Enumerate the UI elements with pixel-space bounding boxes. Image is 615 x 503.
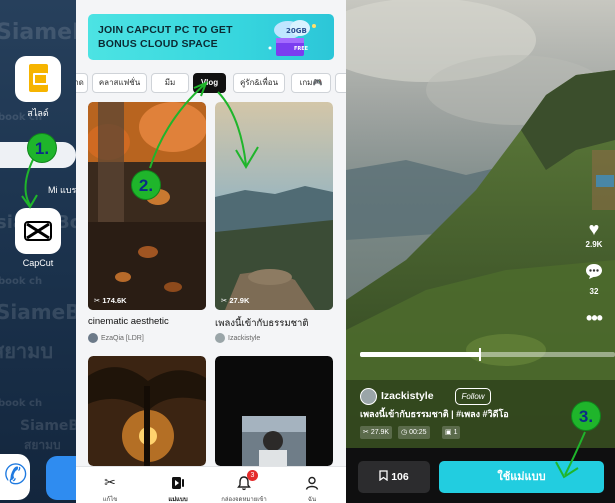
save-template-button[interactable]: 106 — [358, 461, 430, 493]
app-label: สไลด์ — [27, 108, 49, 118]
template-card[interactable] — [88, 356, 206, 466]
preview-video[interactable] — [346, 0, 615, 448]
scissors-icon: ✂ — [104, 474, 116, 490]
app-slides[interactable]: สไลด์ — [14, 56, 62, 120]
uses-count: ✂ 174.6K — [94, 296, 127, 305]
google-slides-icon — [15, 56, 61, 102]
messages-icon[interactable] — [46, 456, 76, 500]
action-bar: 106 ใช้แม่แบบ — [346, 448, 615, 503]
creator-name[interactable]: Izackistyle — [381, 390, 434, 402]
uses-stat: ✂ 27.9K — [360, 426, 393, 439]
template-icon — [150, 472, 206, 493]
comment-count: 32 — [589, 287, 599, 296]
comment-icon — [583, 263, 605, 285]
app-label: Mi แบร — [48, 185, 76, 195]
template-author: Izackistyle — [215, 333, 260, 343]
more-icon[interactable]: ••• — [583, 308, 605, 329]
heart-icon: ♥ — [588, 219, 600, 239]
preview-title: เพลงนี้เข้ากับธรรมชาติ | #เพลง #วิดีโอ — [360, 409, 509, 419]
watermark: book ch — [0, 398, 43, 409]
phone-home-screen: SiameBoo book ch siameBoo book ch SiameB… — [0, 0, 76, 503]
duration-stat: ◷ 00:25 — [398, 426, 430, 439]
template-thumbnail — [215, 356, 333, 466]
profile-icon — [284, 472, 340, 493]
template-thumbnail — [88, 102, 206, 310]
comment-button[interactable]: 32 — [583, 263, 605, 296]
template-thumbnail — [215, 102, 333, 310]
template-preview: ♥ 2.9K 32 ••• Izackistyle Follow เพลงนี้… — [346, 0, 615, 503]
use-template-button[interactable]: ใช้แม่แบบ — [439, 461, 604, 493]
tab-category[interactable] — [335, 73, 346, 93]
template-card[interactable]: ✂ 174.6K cinematic aesthetic EzaQia [LDR… — [88, 102, 206, 348]
nav-profile[interactable]: ฉัน — [284, 467, 340, 503]
app-capcut[interactable]: CapCut — [14, 208, 62, 268]
watermark: SiameBoo — [0, 300, 76, 324]
nav-inbox[interactable]: 3 กล่องจดหมายเข้า — [216, 467, 272, 503]
nav-templates[interactable]: แม่แบบ — [150, 467, 206, 503]
follow-button[interactable]: Follow — [455, 388, 491, 405]
svg-text:20GB: 20GB — [286, 27, 307, 35]
nav-label: แม่แบบ — [168, 497, 188, 503]
watermark: book ch — [0, 276, 43, 287]
nav-label: ฉัน — [307, 497, 317, 503]
capcut-icon — [15, 208, 61, 254]
step-marker: 1. — [27, 133, 57, 163]
watermark: สยามบ — [0, 339, 54, 363]
tab-vlog[interactable]: Vlog — [193, 73, 226, 93]
tab-category[interactable]: าด — [76, 73, 88, 93]
tab-category[interactable]: มีม — [151, 73, 189, 93]
bell-icon: 3 — [216, 470, 272, 493]
cloud-gift-icon: 20GB FREE — [268, 20, 316, 56]
nav-label: กล่องจดหมายเข้า — [221, 497, 267, 503]
like-count: 2.9K — [585, 240, 603, 249]
watermark: สยามบ — [24, 438, 61, 452]
phone-icon[interactable]: ✆ — [0, 454, 30, 500]
notification-badge: 3 — [247, 470, 258, 481]
nav-label: แก้ไข — [102, 497, 118, 503]
template-author: EzaQia [LDR] — [88, 333, 144, 343]
step-marker: 2. — [131, 170, 161, 200]
clips-stat: ▣ 1 — [442, 426, 461, 439]
category-tabs: าด คลาสแฟชั่น มีม Vlog คู่รัก&เพื่อน เกม… — [76, 70, 346, 96]
capcut-templates-screen: JOIN CAPCUT PC TO GET BONUS CLOUD SPACE … — [76, 0, 346, 503]
nav-edit[interactable]: ✂ แก้ไข — [82, 467, 138, 503]
svg-text:FREE: FREE — [294, 46, 309, 52]
screenshot-root: SiameBoo book ch siameBoo book ch SiameB… — [0, 0, 615, 503]
avatar[interactable] — [360, 388, 377, 405]
template-title: เพลงนี้เข้ากับธรรมชาติ — [215, 318, 309, 329]
template-thumbnail — [88, 356, 206, 466]
tab-category[interactable]: เกม🎮 — [291, 73, 331, 93]
bookmark-icon — [379, 470, 391, 483]
banner-text: JOIN CAPCUT PC TO GET BONUS CLOUD SPACE — [98, 24, 233, 50]
template-card[interactable] — [215, 356, 333, 466]
tab-category[interactable]: คู่รัก&เพื่อน — [233, 73, 285, 93]
watermark: SiameBoo — [0, 20, 76, 45]
progress-handle[interactable] — [478, 348, 481, 361]
video-progress-bar[interactable] — [360, 348, 615, 361]
template-card[interactable]: ✂ 27.9K เพลงนี้เข้ากับธรรมชาติ Izackisty… — [215, 102, 333, 348]
promo-banner[interactable]: JOIN CAPCUT PC TO GET BONUS CLOUD SPACE … — [88, 14, 334, 60]
like-button[interactable]: ♥ 2.9K — [583, 220, 605, 249]
step-marker: 3. — [571, 401, 601, 431]
template-title: cinematic aesthetic — [88, 316, 169, 327]
tab-category[interactable]: คลาสแฟชั่น — [92, 73, 147, 93]
app-label: CapCut — [22, 258, 54, 268]
progress-fill — [360, 352, 480, 357]
bottom-navigation: ✂ แก้ไข แม่แบบ 3 กล่องจดหมายเข้า ฉัน — [76, 466, 346, 503]
uses-count: ✂ 27.9K — [221, 296, 250, 305]
watermark: SiameBoo — [20, 418, 76, 434]
